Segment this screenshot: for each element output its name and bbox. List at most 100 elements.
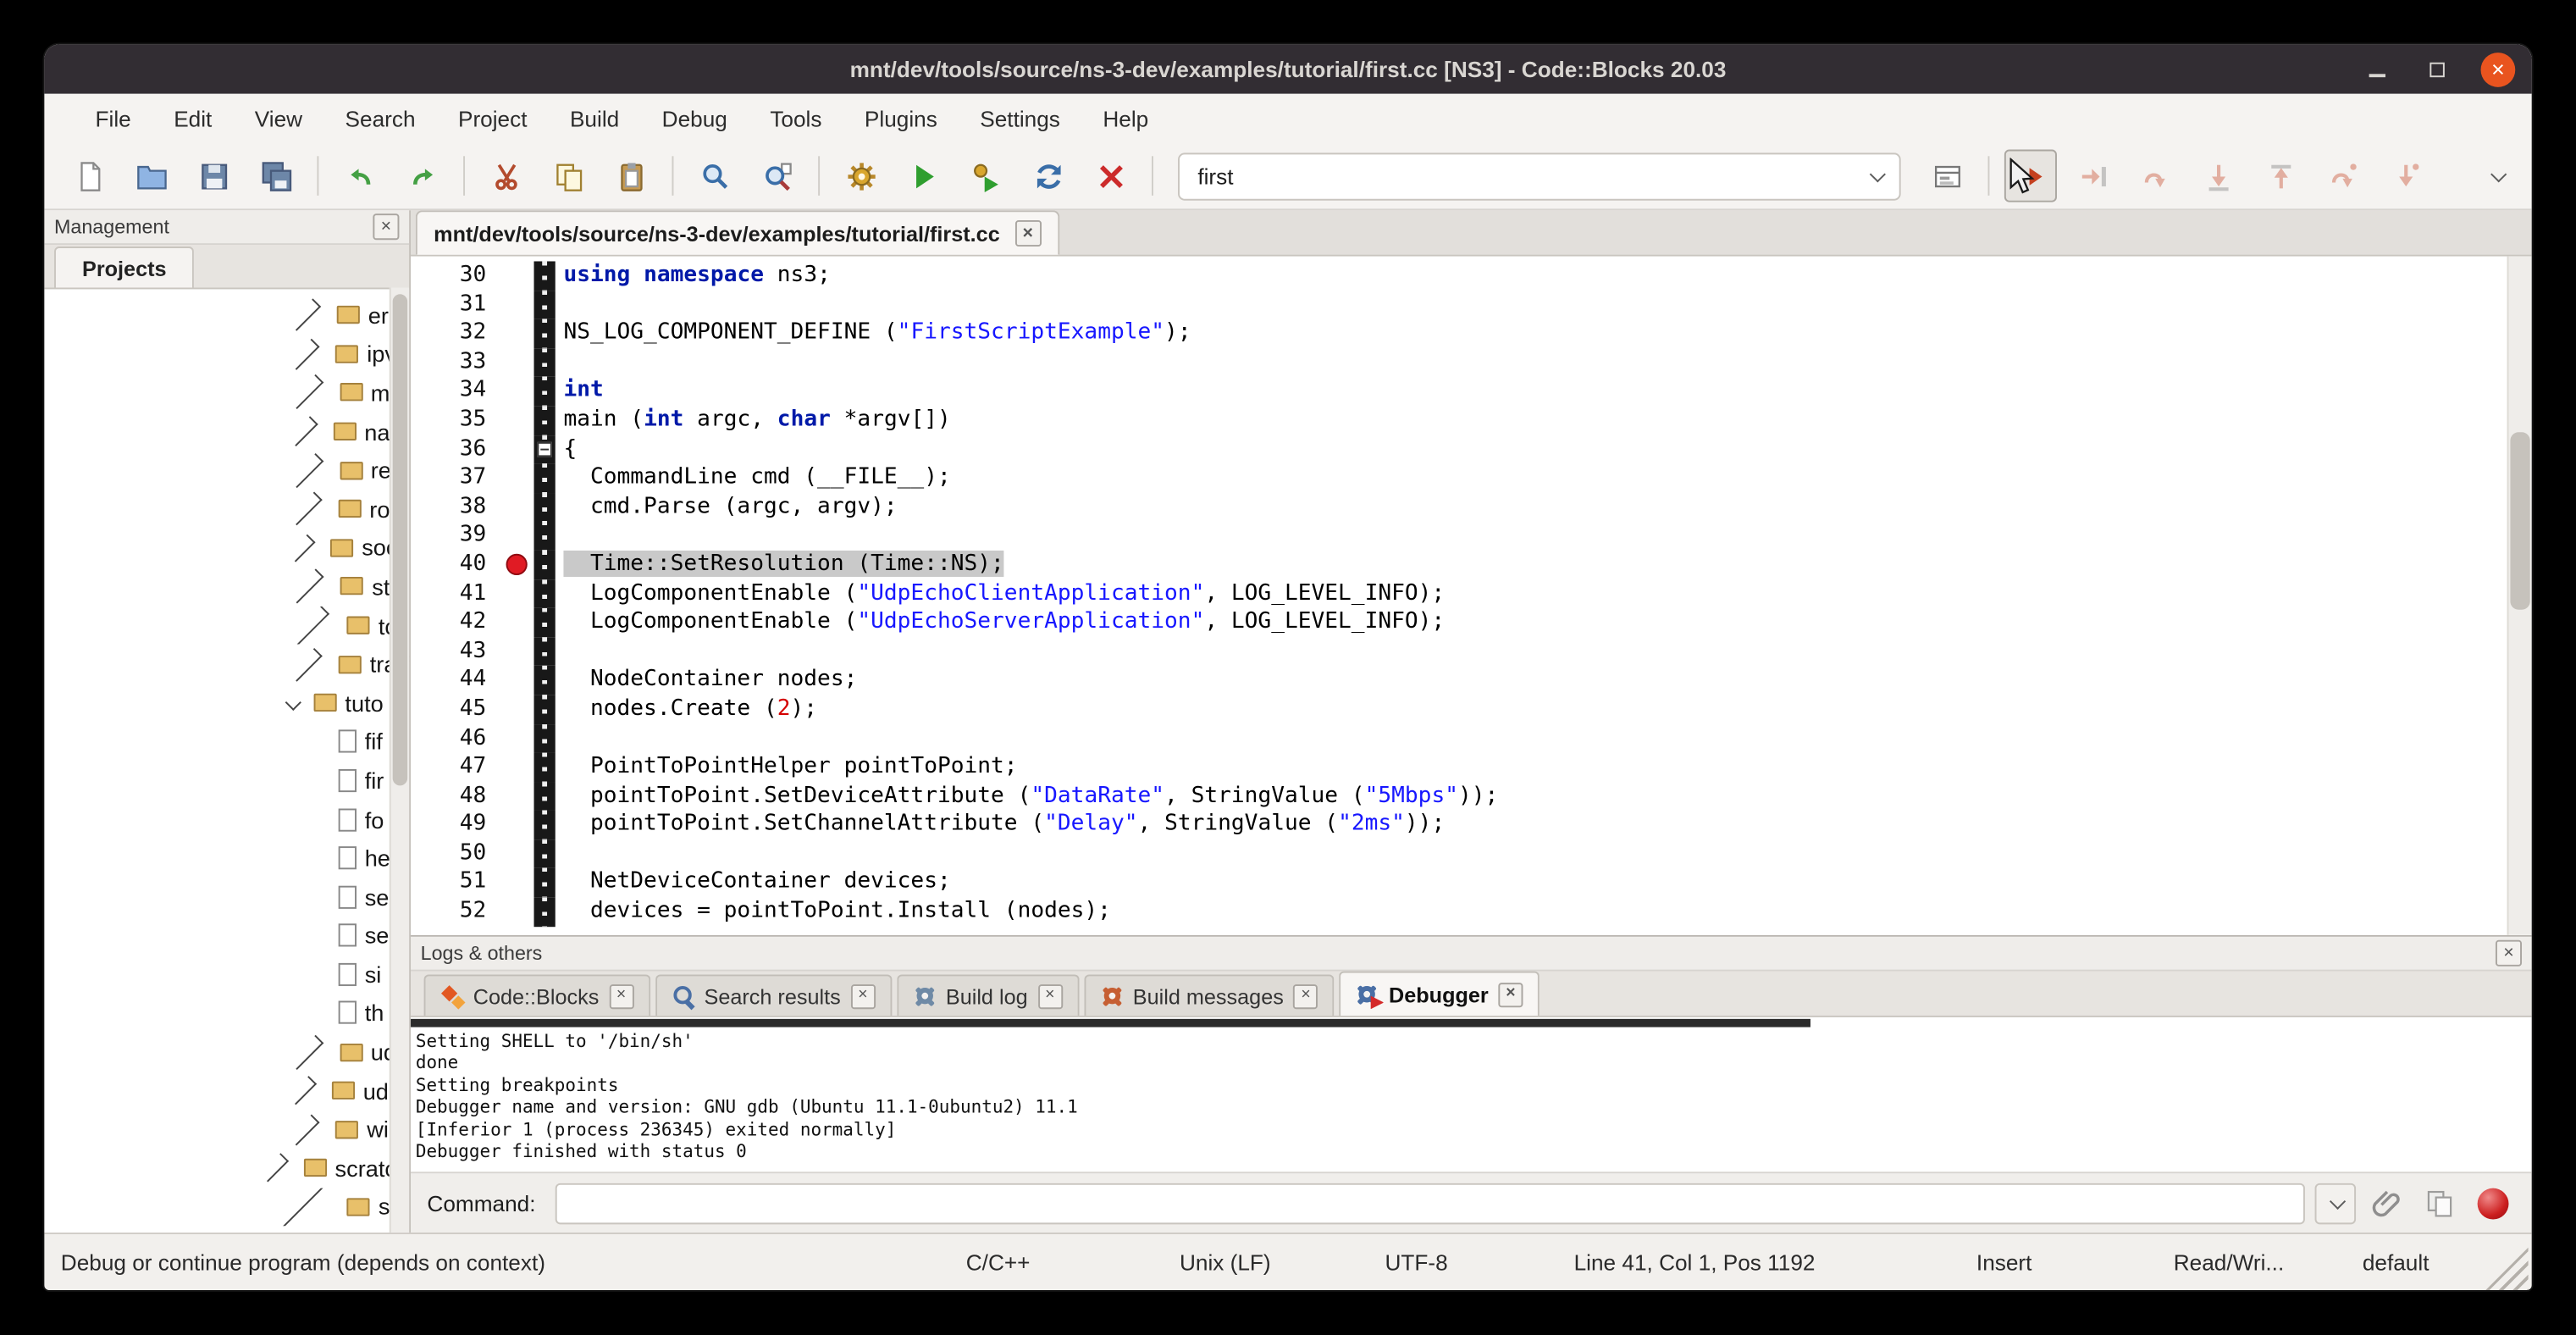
chevron-collapsed-icon[interactable] <box>289 492 323 526</box>
scrollbar-thumb[interactable] <box>2510 433 2529 609</box>
redo-button[interactable] <box>396 150 449 202</box>
breakpoint-margin[interactable] <box>500 839 534 868</box>
debugger-stop-button[interactable] <box>2478 1188 2509 1219</box>
editor-tab-close-button[interactable]: × <box>1014 220 1041 247</box>
breakpoint-margin[interactable] <box>500 724 534 753</box>
tree-item-si[interactable]: si <box>44 955 409 994</box>
breakpoint-margin[interactable] <box>500 782 534 811</box>
tree-item-tuto[interactable]: tuto <box>44 684 409 723</box>
logtab-build-messages[interactable]: Build messages× <box>1084 974 1335 1016</box>
command-input[interactable] <box>556 1183 2305 1224</box>
tree-item-scratch[interactable]: scratch <box>44 1149 409 1188</box>
breakpoint-margin[interactable] <box>500 897 534 926</box>
chevron-collapsed-icon[interactable] <box>289 375 323 410</box>
menu-search[interactable]: Search <box>323 94 436 143</box>
tree-item-erro[interactable]: erro <box>44 296 409 335</box>
chevron-collapsed-icon[interactable] <box>288 338 319 369</box>
logs-close-button[interactable]: × <box>2496 940 2522 967</box>
undo-button[interactable] <box>334 150 386 202</box>
tree-item-se[interactable]: se <box>44 878 409 917</box>
breakpoint-margin[interactable] <box>500 406 534 435</box>
tree-item-se[interactable]: se <box>44 917 409 956</box>
breakpoint-margin[interactable] <box>500 493 534 522</box>
new-file-button[interactable] <box>63 150 115 202</box>
save-all-button[interactable] <box>250 150 302 202</box>
tree-item-wire[interactable]: wire <box>44 1110 409 1149</box>
tree-item-sock[interactable]: sock <box>44 529 409 568</box>
menu-settings[interactable]: Settings <box>959 94 1081 143</box>
breakpoint-margin[interactable] <box>500 868 534 897</box>
menu-view[interactable]: View <box>234 94 324 143</box>
find-button[interactable] <box>688 150 741 202</box>
chevron-collapsed-icon[interactable] <box>288 534 316 562</box>
tree-item-ipv6[interactable]: ipv6 <box>44 335 409 374</box>
step-out-button[interactable] <box>2254 150 2307 202</box>
chevron-collapsed-icon[interactable] <box>288 1114 319 1145</box>
chevron-collapsed-icon[interactable] <box>289 299 322 332</box>
select-target-button[interactable] <box>1921 150 1973 202</box>
logtab-debugger[interactable]: Debugger× <box>1340 972 1540 1016</box>
breakpoint-margin[interactable] <box>500 377 534 406</box>
management-scrollbar[interactable] <box>390 288 409 1233</box>
tree-item-src[interactable]: src <box>44 1188 409 1227</box>
breakpoint-margin[interactable] <box>500 291 534 319</box>
tree-item-udp-[interactable]: udp- <box>44 1072 409 1111</box>
tree-item-stat[interactable]: stat <box>44 568 409 607</box>
cut-button[interactable] <box>480 150 533 202</box>
chevron-expanded-icon[interactable] <box>285 695 301 711</box>
menu-debug[interactable]: Debug <box>640 94 749 143</box>
tree-item-traff[interactable]: traff <box>44 645 409 684</box>
resize-grip[interactable] <box>2485 1248 2528 1290</box>
toolbar-overflow-chevron[interactable] <box>2490 165 2507 181</box>
minimize-button[interactable] <box>2359 52 2394 86</box>
menu-tools[interactable]: Tools <box>749 94 843 143</box>
tree-item-real[interactable]: real <box>44 451 409 490</box>
breakpoint-margin[interactable] <box>500 551 534 579</box>
scrollbar-thumb[interactable] <box>393 294 407 785</box>
logtab-build-log[interactable]: Build log× <box>897 974 1079 1016</box>
chevron-collapsed-icon[interactable] <box>288 417 318 446</box>
logtab-close-button[interactable]: × <box>850 983 875 1008</box>
breakpoint-margin[interactable] <box>500 319 534 348</box>
tree-item-he[interactable]: he <box>44 839 409 878</box>
breakpoint-margin[interactable] <box>500 579 534 608</box>
rebuild-button[interactable] <box>1022 150 1075 202</box>
fold-marker[interactable] <box>537 442 551 457</box>
run-button[interactable] <box>897 150 949 202</box>
tree-item-tcp[interactable]: tcp <box>44 606 409 645</box>
build-button[interactable] <box>835 150 887 202</box>
copy-button[interactable] <box>542 150 594 202</box>
logtab-code-blocks[interactable]: Code::Blocks× <box>424 974 650 1016</box>
menu-file[interactable]: File <box>74 94 152 143</box>
breakpoint-margin[interactable] <box>500 753 534 782</box>
logtab-close-button[interactable]: × <box>1498 982 1523 1006</box>
maximize-button[interactable] <box>2420 52 2455 86</box>
run-to-cursor-button[interactable] <box>2067 150 2120 202</box>
menu-plugins[interactable]: Plugins <box>843 94 959 143</box>
chevron-collapsed-icon[interactable] <box>266 1188 325 1227</box>
breakpoint-margin[interactable] <box>500 522 534 551</box>
titlebar[interactable]: mnt/dev/tools/source/ns-3-dev/examples/t… <box>44 44 2531 93</box>
breakpoint-margin[interactable] <box>500 666 534 695</box>
build-target-combobox[interactable]: first <box>1178 152 1901 199</box>
logtab-search-results[interactable]: Search results× <box>655 974 892 1016</box>
paste-button[interactable] <box>605 150 657 202</box>
command-history-dropdown[interactable] <box>2315 1183 2357 1224</box>
menu-edit[interactable]: Edit <box>152 94 234 143</box>
logtab-close-button[interactable]: × <box>1037 983 1062 1008</box>
breakpoint-margin[interactable] <box>500 637 534 666</box>
code-editor[interactable]: 30using namespace ns3;3132NS_LOG_COMPONE… <box>411 257 2532 935</box>
step-into-instruction-button[interactable] <box>2379 150 2431 202</box>
chevron-collapsed-icon[interactable] <box>289 453 323 488</box>
breakpoint-margin[interactable] <box>500 811 534 839</box>
tree-item-fif[interactable]: fif <box>44 723 409 762</box>
tree-item-nam[interactable]: nam <box>44 413 409 451</box>
next-instruction-button[interactable] <box>2317 150 2369 202</box>
tab-projects[interactable]: Projects <box>54 247 195 288</box>
breakpoint-margin[interactable] <box>500 608 534 637</box>
find-in-files-button[interactable] <box>751 150 804 202</box>
chevron-collapsed-icon[interactable] <box>289 647 323 681</box>
tree-item-th[interactable]: th <box>44 994 409 1033</box>
attach-button[interactable] <box>2366 1182 2408 1224</box>
menu-project[interactable]: Project <box>437 94 549 143</box>
